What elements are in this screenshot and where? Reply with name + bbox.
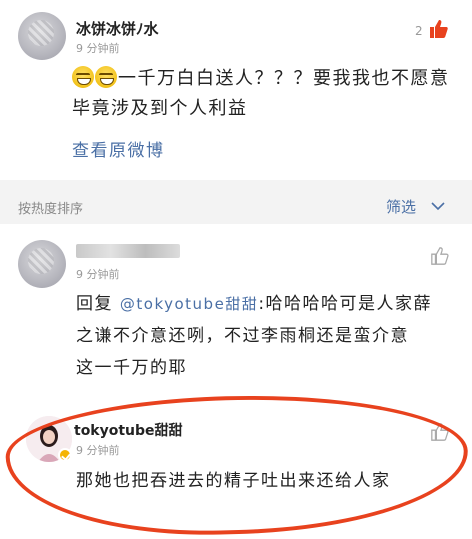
- mention-link[interactable]: @tokyotube甜甜: [120, 295, 258, 313]
- avatar[interactable]: [18, 12, 66, 60]
- highlighted-reply: tokyotube甜甜 9 分钟前 那她也把吞进去的精子吐出来还给人家: [0, 396, 472, 539]
- chevron-down-icon[interactable]: [430, 198, 446, 217]
- thumbs-up-icon[interactable]: [430, 422, 450, 446]
- comment-time: 9 分钟前: [76, 42, 120, 55]
- view-original-link[interactable]: 查看原微博: [72, 136, 165, 166]
- grin-emoji-icon: [95, 66, 117, 88]
- comment-author[interactable]: tokyotube甜甜: [74, 420, 183, 440]
- thumbs-up-icon[interactable]: [430, 246, 450, 270]
- comment-author[interactable]: 冰饼冰饼ﾉ水: [76, 18, 159, 39]
- reply-line-2: 之谦不介意还咧，不过李雨桐还是蛮介意: [76, 326, 409, 346]
- comment-text-content: 一千万白白送人？？？要我我也不愿意毕竟涉及到个人利益: [72, 68, 450, 119]
- top-comment: 冰饼冰饼ﾉ水 9 分钟前 2 一千万白白送人？？？要我我也不愿意毕竟涉及到个人利…: [0, 0, 472, 180]
- avatar[interactable]: [18, 240, 66, 288]
- reply-prefix: 回复: [76, 294, 120, 314]
- filter-button[interactable]: 筛选: [386, 196, 416, 217]
- verified-badge-icon: [58, 448, 72, 462]
- comment-author-blurred[interactable]: [76, 244, 180, 262]
- comment-time: 9 分钟前: [76, 268, 120, 281]
- comment-text: 一千万白白送人？？？要我我也不愿意毕竟涉及到个人利益: [72, 64, 452, 124]
- grin-emoji-icon: [72, 66, 94, 88]
- reply-comment: 9 分钟前 回复 @tokyotube甜甜:哈哈哈哈可是人家薛 之谦不介意还咧，…: [0, 224, 472, 396]
- like-count: 2: [415, 24, 423, 38]
- thumbs-up-icon[interactable]: [428, 18, 450, 44]
- comment-time: 9 分钟前: [76, 444, 120, 457]
- reply-text: 回复 @tokyotube甜甜:哈哈哈哈可是人家薛 之谦不介意还咧，不过李雨桐还…: [76, 288, 456, 384]
- sort-label[interactable]: 按热度排序: [18, 198, 83, 217]
- reply-text: 那她也把吞进去的精子吐出来还给人家: [76, 471, 391, 491]
- reply-line-1: 回复 @tokyotube甜甜:哈哈哈哈可是人家薛: [76, 288, 456, 320]
- reply-text-part1: :哈哈哈哈可是人家薛: [258, 294, 433, 314]
- reply-line-3: 这一千万的耶: [76, 358, 187, 378]
- sort-bar: 按热度排序 筛选: [0, 188, 472, 224]
- section-divider: [0, 180, 472, 188]
